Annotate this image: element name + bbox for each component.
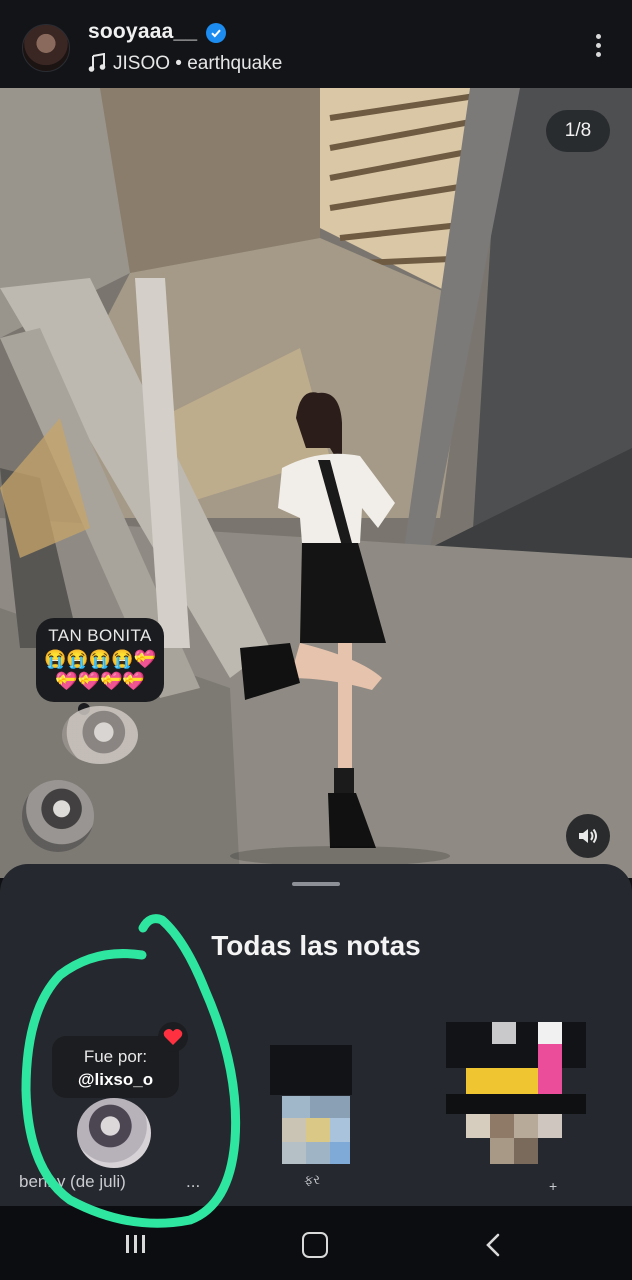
profile-avatar[interactable] [22, 24, 70, 72]
username[interactable]: sooyaaa__ [88, 20, 197, 44]
note-label-2[interactable]: ફર [304, 1172, 320, 1188]
back-icon[interactable] [484, 1232, 502, 1258]
speaker-icon [579, 828, 597, 844]
music-note-icon [88, 53, 106, 72]
post-header: sooyaaa__ JISOO • earthquake [0, 0, 632, 88]
recent-apps-icon[interactable] [126, 1235, 152, 1255]
note-avatar-benny[interactable] [77, 1098, 151, 1168]
note-more-ellipsis[interactable]: ... [186, 1172, 200, 1192]
tooltip-username[interactable]: @lixso_o [52, 1070, 179, 1090]
note-label-benny[interactable]: benny (de juli) [19, 1172, 126, 1192]
verified-badge-icon [206, 23, 226, 43]
image-counter: 1/8 [546, 110, 610, 152]
tooltip-label: Fue por: [83, 1047, 148, 1066]
note-emojis: 😭😭😭😭💝 💝💝💝💝 [43, 649, 157, 691]
home-icon[interactable] [302, 1232, 328, 1258]
song-info[interactable]: JISOO • earthquake [113, 53, 282, 75]
heart-icon[interactable] [158, 1022, 188, 1052]
more-options-icon[interactable] [588, 34, 608, 60]
sound-toggle-button[interactable] [566, 814, 610, 858]
viewer-avatar[interactable] [22, 780, 94, 852]
note-bubble[interactable]: TAN BONITA 😭😭😭😭💝 💝💝💝💝 [36, 618, 164, 702]
note-text: TAN BONITA [48, 626, 152, 645]
sheet-title: Todas las notas [211, 930, 421, 961]
note-author-avatar[interactable] [62, 706, 138, 764]
sheet-drag-handle[interactable] [292, 882, 340, 886]
note-label-3[interactable]: + [549, 1178, 557, 1194]
